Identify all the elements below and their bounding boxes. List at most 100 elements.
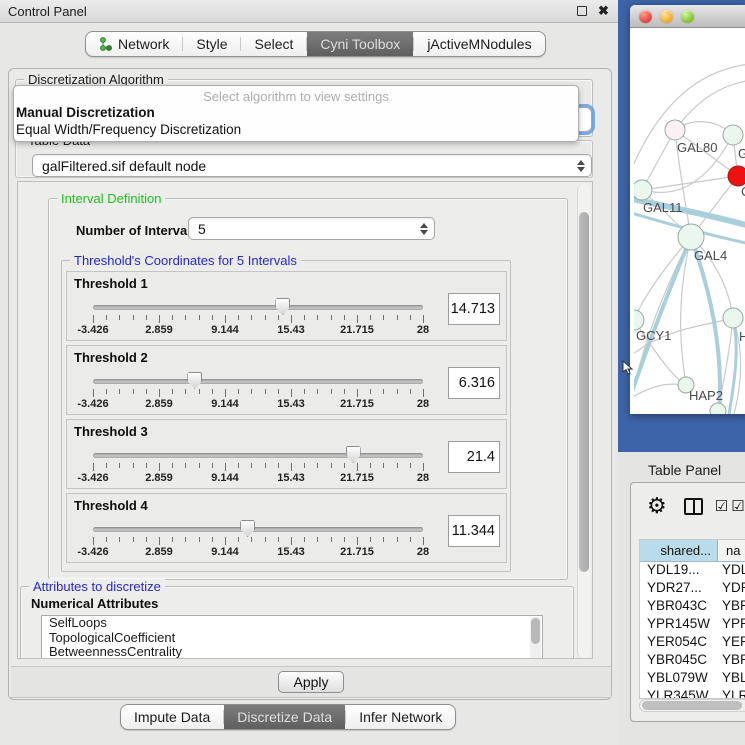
tick-mark	[93, 463, 94, 471]
network-edge[interactable]	[634, 64, 745, 178]
tick-mark	[119, 315, 120, 320]
dropdown-placeholder[interactable]: Select algorithm to view settings	[14, 86, 578, 104]
scrollbar-thumb[interactable]	[579, 212, 589, 572]
thresholds-group: Threshold's Coordinates for 5 Intervals …	[61, 260, 511, 572]
slider-track[interactable]	[93, 527, 423, 532]
network-node[interactable]	[634, 180, 652, 200]
tick-mark	[172, 389, 173, 394]
attribute-list-item[interactable]: SelfLoops	[42, 616, 542, 631]
tick-mark	[265, 463, 266, 468]
numerical-attributes-list[interactable]: SelfLoopsTopologicalCoefficientBetweenne…	[41, 615, 543, 659]
zoom-traffic-icon[interactable]	[681, 10, 694, 23]
tick-mark	[410, 389, 411, 394]
table-row[interactable]: YPR145WYPR1	[640, 616, 745, 634]
table-horizontal-scrollbar[interactable]	[639, 699, 745, 712]
table-row[interactable]: YDL19...YDL1	[640, 562, 745, 580]
network-node[interactable]	[723, 125, 743, 145]
table-row[interactable]: YBR043CYBR0	[640, 598, 745, 616]
network-canvas[interactable]: GAL80GACGAL11GAL4GCY1HHAP2	[634, 28, 745, 414]
slider-ticks	[93, 463, 423, 472]
column-header[interactable]: shared...	[640, 540, 718, 561]
tab-jactivemnodules[interactable]: jActiveMNodules	[414, 32, 544, 56]
column-header[interactable]: na	[718, 540, 745, 561]
attribute-list-item[interactable]: TopologicalCoefficient	[42, 631, 542, 646]
network-node[interactable]	[634, 310, 644, 330]
scrollbar-thumb[interactable]	[642, 701, 742, 710]
tick-mark	[93, 315, 94, 323]
tab-label: Select	[254, 36, 293, 52]
table-cell: YPR145W	[640, 616, 718, 634]
tab-infer-network[interactable]: Infer Network	[346, 705, 455, 729]
minimize-traffic-icon[interactable]	[660, 10, 673, 23]
network-node[interactable]	[710, 403, 726, 414]
table-header-row: shared...na	[640, 540, 745, 562]
tick-mark	[291, 315, 292, 323]
checkbox-icon[interactable]: ☑	[731, 497, 744, 515]
group-title-interval-definition: Interval Definition	[57, 191, 165, 206]
group-title-attributes: Attributes to discretize	[29, 579, 165, 594]
apply-button[interactable]: Apply	[278, 671, 344, 693]
table-row[interactable]: YER054CYER0	[640, 634, 745, 652]
table-row[interactable]: YBR045CYBR0	[640, 652, 745, 670]
slider-thumb[interactable]	[275, 298, 290, 315]
network-node[interactable]	[678, 224, 704, 250]
number-of-intervals-label: Number of Intervals	[76, 223, 198, 238]
tab-cyni-toolbox[interactable]: Cyni Toolbox	[307, 32, 413, 56]
scrollbar-thumb[interactable]	[531, 618, 540, 644]
tick-label: 15.43	[277, 324, 305, 336]
tab-network[interactable]: Network	[86, 32, 182, 56]
network-node[interactable]	[723, 308, 743, 328]
table-row[interactable]: YDR27...YDR2	[640, 580, 745, 598]
node-attribute-table[interactable]: shared...na YDL19...YDL1YDR27...YDR2YBR0…	[639, 539, 745, 699]
threshold-value-field[interactable]: 14.713	[448, 293, 500, 325]
float-button[interactable]	[575, 5, 588, 18]
tick-mark	[304, 537, 305, 542]
threshold-value-field[interactable]: 11.344	[448, 515, 500, 547]
tick-mark	[119, 463, 120, 468]
tab-style[interactable]: Style	[183, 32, 240, 56]
dropdown-option[interactable]: Manual Discretization	[14, 104, 578, 121]
tab-discretize-data[interactable]: Discretize Data	[224, 705, 345, 729]
control-panel-titlebar: Control Panel ✖	[0, 0, 618, 23]
table-data-combobox[interactable]: galFiltered.sif default node	[32, 154, 592, 177]
slider-thumb[interactable]	[346, 446, 361, 463]
tab-select[interactable]: Select	[241, 32, 306, 56]
float-icon	[577, 6, 587, 16]
table-cell: YPR1	[718, 616, 745, 634]
tick-mark	[146, 537, 147, 542]
slider-ticks	[93, 389, 423, 398]
slider-thumb[interactable]	[187, 372, 202, 389]
checkbox-icon[interactable]: ☑	[715, 497, 728, 515]
tab-impute-data[interactable]: Impute Data	[121, 705, 223, 729]
split-columns-icon[interactable]	[684, 498, 703, 515]
close-traffic-icon[interactable]	[639, 10, 652, 23]
table-row[interactable]: YLR345WYLR3	[640, 688, 745, 699]
threshold-value-field[interactable]: 21.4	[448, 441, 500, 473]
attribute-list-item[interactable]: BetweennessCentrality	[42, 645, 542, 659]
table-row[interactable]: YBL079WYBL0	[640, 670, 745, 688]
slider-ticks	[93, 315, 423, 324]
settings-vertical-scrollbar[interactable]	[577, 184, 590, 658]
table-cell: YDR27...	[640, 580, 718, 598]
attributes-scrollbar[interactable]	[530, 617, 541, 659]
slider-thumb[interactable]	[240, 520, 255, 537]
number-of-intervals-combobox[interactable]: 5	[188, 217, 435, 240]
slider-track[interactable]	[93, 305, 423, 310]
threshold-value-field[interactable]: 6.316	[448, 367, 500, 399]
tick-label: 21.715	[340, 546, 374, 558]
close-button[interactable]: ✖	[597, 5, 610, 18]
slider-track[interactable]	[93, 379, 423, 384]
dropdown-option[interactable]: Equal Width/Frequency Discretization	[14, 121, 578, 138]
network-node[interactable]	[665, 120, 685, 140]
gear-icon[interactable]: ⚙	[647, 495, 667, 517]
network-edge[interactable]	[642, 176, 738, 190]
tick-mark	[133, 315, 134, 320]
network-edge-highlighted[interactable]	[729, 318, 736, 414]
tick-mark	[370, 389, 371, 394]
network-node[interactable]	[728, 166, 745, 186]
tick-mark	[251, 315, 252, 320]
network-window-titlebar[interactable]	[630, 5, 745, 28]
tick-mark	[278, 537, 279, 542]
slider-track[interactable]	[93, 453, 423, 458]
tick-mark	[133, 537, 134, 542]
